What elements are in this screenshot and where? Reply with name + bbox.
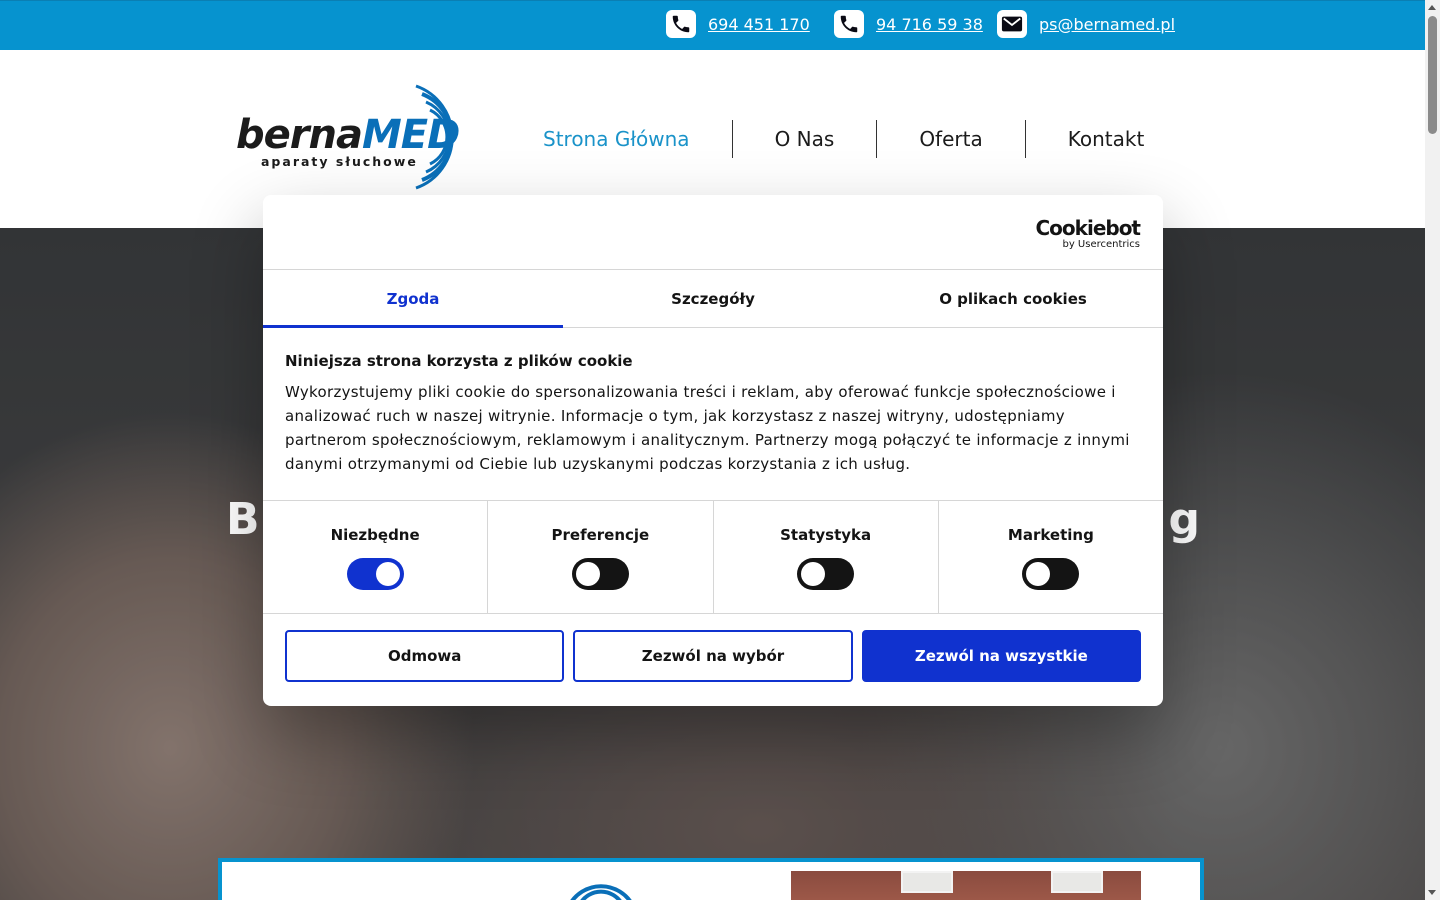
sound-waves-icon bbox=[570, 884, 632, 900]
cookie-category-toggles: Niezbędne Preferencje Statystyka Marketi… bbox=[263, 501, 1163, 614]
contact-email[interactable]: ps@bernamed.pl bbox=[997, 10, 1175, 38]
preferences-switch[interactable] bbox=[571, 558, 629, 590]
phone-icon bbox=[834, 10, 864, 38]
toggle-label: Statystyka bbox=[780, 526, 872, 544]
scroll-up-icon[interactable] bbox=[1428, 5, 1436, 10]
nav-item-about[interactable]: O Nas bbox=[731, 120, 877, 158]
dialog-heading: Niniejsza strona korzysta z plików cooki… bbox=[285, 352, 633, 370]
building-photo bbox=[791, 871, 1141, 900]
dialog-buttons: Odmowa Zezwól na wybór Zezwól na wszystk… bbox=[263, 614, 1163, 698]
nav-item-contact[interactable]: Kontakt bbox=[1024, 120, 1187, 158]
email-link[interactable]: ps@bernamed.pl bbox=[1039, 15, 1175, 34]
dialog-tabs: Zgoda Szczegóły O plikach cookies bbox=[263, 270, 1163, 328]
dialog-body: Niniejsza strona korzysta z plików cooki… bbox=[263, 328, 1163, 501]
tab-details[interactable]: Szczegóły bbox=[563, 270, 863, 327]
allow-selection-button[interactable]: Zezwól na wybór bbox=[573, 630, 853, 682]
phone-icon bbox=[666, 10, 696, 38]
toggle-label: Marketing bbox=[1007, 526, 1094, 544]
dialog-text: Wykorzystujemy pliki cookie do spersonal… bbox=[285, 383, 1130, 473]
cookie-consent-dialog: Cookiebot by Usercentrics Zgoda Szczegół… bbox=[263, 195, 1163, 706]
phone-link-1[interactable]: 694 451 170 bbox=[708, 15, 810, 34]
statistics-switch[interactable] bbox=[797, 558, 855, 590]
mail-icon bbox=[997, 10, 1027, 38]
scroll-down-icon[interactable] bbox=[1428, 890, 1436, 895]
toggle-necessary: Niezbędne bbox=[263, 501, 487, 613]
page-scrollbar[interactable] bbox=[1425, 0, 1440, 900]
toggle-label: Niezbędne bbox=[330, 526, 420, 544]
bernamed-logo[interactable]: bernaMED aparaty słuchowe bbox=[236, 84, 486, 190]
toggle-label: Preferencje bbox=[551, 526, 650, 544]
top-contact-bar: 694 451 170 94 716 59 38 ps@bernamed.pl bbox=[0, 0, 1425, 50]
nav-item-home[interactable]: Strona Główna bbox=[515, 120, 732, 158]
toggle-marketing: Marketing bbox=[937, 501, 1163, 613]
phone-link-2[interactable]: 94 716 59 38 bbox=[876, 15, 983, 34]
allow-all-button[interactable]: Zezwól na wszystkie bbox=[861, 630, 1141, 682]
tab-consent[interactable]: Zgoda bbox=[263, 270, 563, 328]
toggle-preferences: Preferencje bbox=[487, 501, 712, 613]
marketing-switch[interactable] bbox=[1022, 558, 1080, 590]
scroll-thumb[interactable] bbox=[1428, 16, 1437, 134]
contact-phone-1[interactable]: 694 451 170 bbox=[666, 10, 810, 38]
nav-item-offer[interactable]: Oferta bbox=[876, 120, 1024, 158]
dialog-header: Cookiebot by Usercentrics bbox=[263, 195, 1163, 270]
contact-phone-2[interactable]: 94 716 59 38 bbox=[834, 10, 983, 38]
toggle-statistics: Statystyka bbox=[712, 501, 938, 613]
necessary-switch[interactable] bbox=[346, 558, 404, 590]
main-nav: Strona Główna O Nas Oferta Kontakt bbox=[515, 120, 1186, 158]
logo-tagline: aparaty słuchowe bbox=[261, 154, 418, 169]
cookiebot-logo: Cookiebot by Usercentrics bbox=[1035, 216, 1141, 250]
sound-waves-icon bbox=[415, 84, 454, 190]
deny-button[interactable]: Odmowa bbox=[285, 630, 565, 682]
tab-about-cookies[interactable]: O plikach cookies bbox=[863, 270, 1163, 327]
info-box bbox=[218, 858, 1204, 900]
